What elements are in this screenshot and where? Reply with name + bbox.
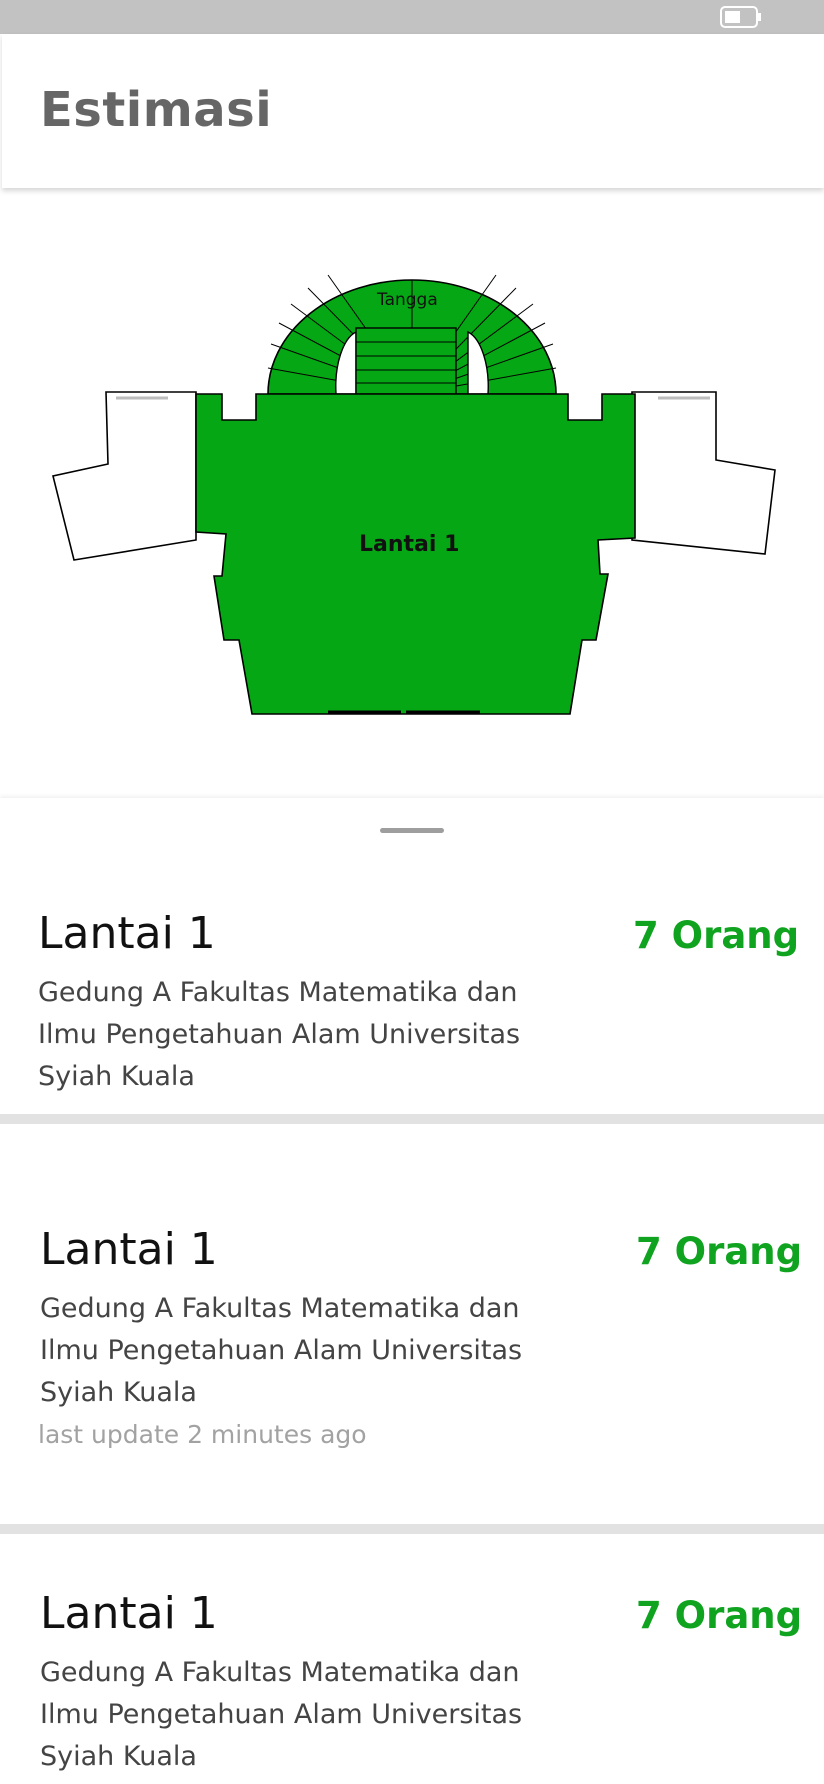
divider xyxy=(0,1524,824,1534)
card-title: Lantai 1 xyxy=(40,1224,218,1275)
card-title: Lantai 1 xyxy=(38,908,216,959)
drag-handle[interactable] xyxy=(380,828,444,833)
left-wing-room xyxy=(52,391,197,561)
card-subtitle: Gedung A Fakultas Matematika dan Ilmu Pe… xyxy=(40,1293,523,1408)
bottom-sheet: Lantai 1 7 Orang Gedung A Fakultas Matem… xyxy=(0,798,824,1784)
card-subtitle: Gedung A Fakultas Matematika dan Ilmu Pe… xyxy=(38,977,521,1092)
card-count: 7 Orang xyxy=(636,1230,803,1273)
floor-card[interactable]: Lantai 1 7 Orang Gedung A Fakultas Matem… xyxy=(0,858,824,1113)
battery-icon xyxy=(720,6,761,28)
right-wing-room xyxy=(631,391,776,555)
divider xyxy=(0,1114,824,1124)
card-count: 7 Orang xyxy=(633,914,800,957)
status-bar xyxy=(0,0,824,34)
last-update-text: last update 2 minutes ago xyxy=(38,1420,367,1449)
floor-card[interactable]: Lantai 1 7 Orang Gedung A Fakultas Matem… xyxy=(0,1124,824,1454)
floor-card[interactable]: Lantai 1 7 Orang Gedung A Fakultas Matem… xyxy=(0,1534,824,1784)
card-title: Lantai 1 xyxy=(40,1588,218,1639)
floor-label: Lantai 1 xyxy=(359,532,460,557)
card-subtitle: Gedung A Fakultas Matematika dan Ilmu Pe… xyxy=(40,1657,523,1772)
stair-label: Tangga xyxy=(377,290,438,310)
card-count: 7 Orang xyxy=(636,1594,803,1637)
page-title: Estimasi xyxy=(40,82,273,138)
floor-map[interactable]: Tangga Lantai 1 xyxy=(0,192,824,792)
floor-map-drawing xyxy=(52,274,776,715)
app-bar: Estimasi xyxy=(2,34,824,188)
